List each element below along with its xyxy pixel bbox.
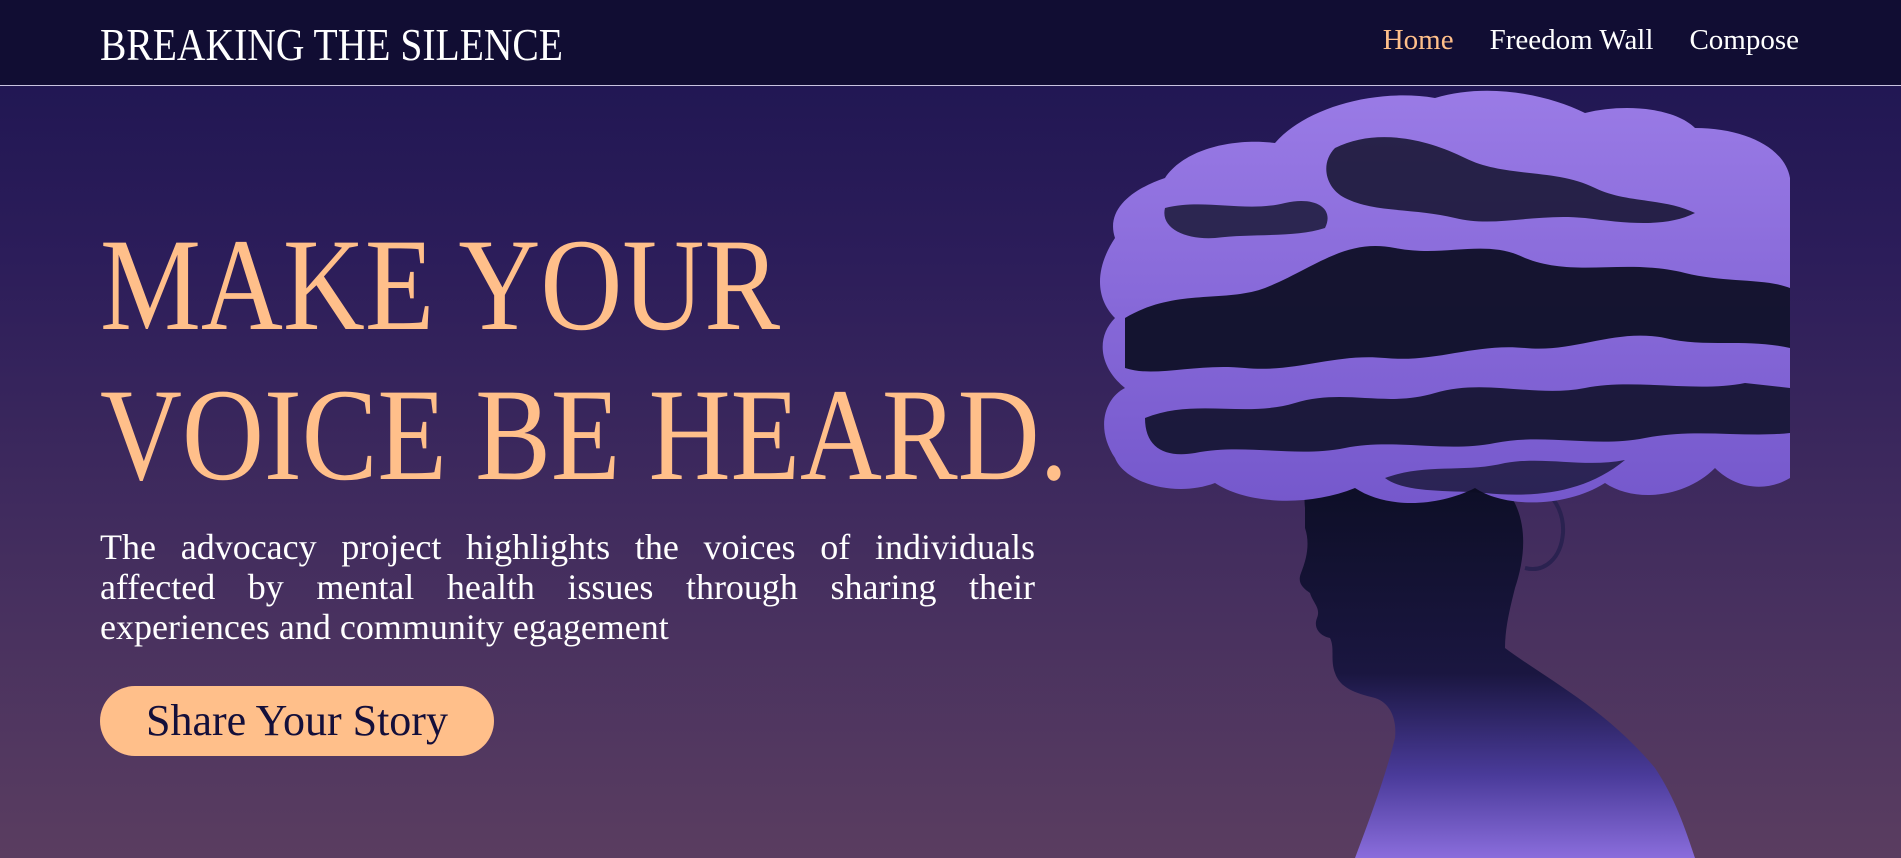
- navbar: BREAKING THE SILENCE Home Freedom Wall C…: [0, 0, 1901, 86]
- hero-headline: MAKE YOUR VOICE BE HEARD.: [100, 210, 1068, 510]
- share-your-story-button[interactable]: Share Your Story: [100, 686, 494, 756]
- nav-link-freedom-wall[interactable]: Freedom Wall: [1490, 24, 1654, 57]
- nav-link-home[interactable]: Home: [1383, 24, 1454, 57]
- hero-description: The advocacy project highlights the voic…: [100, 527, 1035, 647]
- nav-links: Home Freedom Wall Compose: [1383, 24, 1799, 57]
- brand-logo[interactable]: BREAKING THE SILENCE: [100, 18, 563, 71]
- headline-line-2: VOICE BE HEARD.: [100, 361, 1069, 508]
- woman-silhouette-illustration: [1100, 90, 1790, 858]
- headline-line-1: MAKE YOUR: [100, 211, 781, 358]
- nav-link-compose[interactable]: Compose: [1689, 24, 1799, 57]
